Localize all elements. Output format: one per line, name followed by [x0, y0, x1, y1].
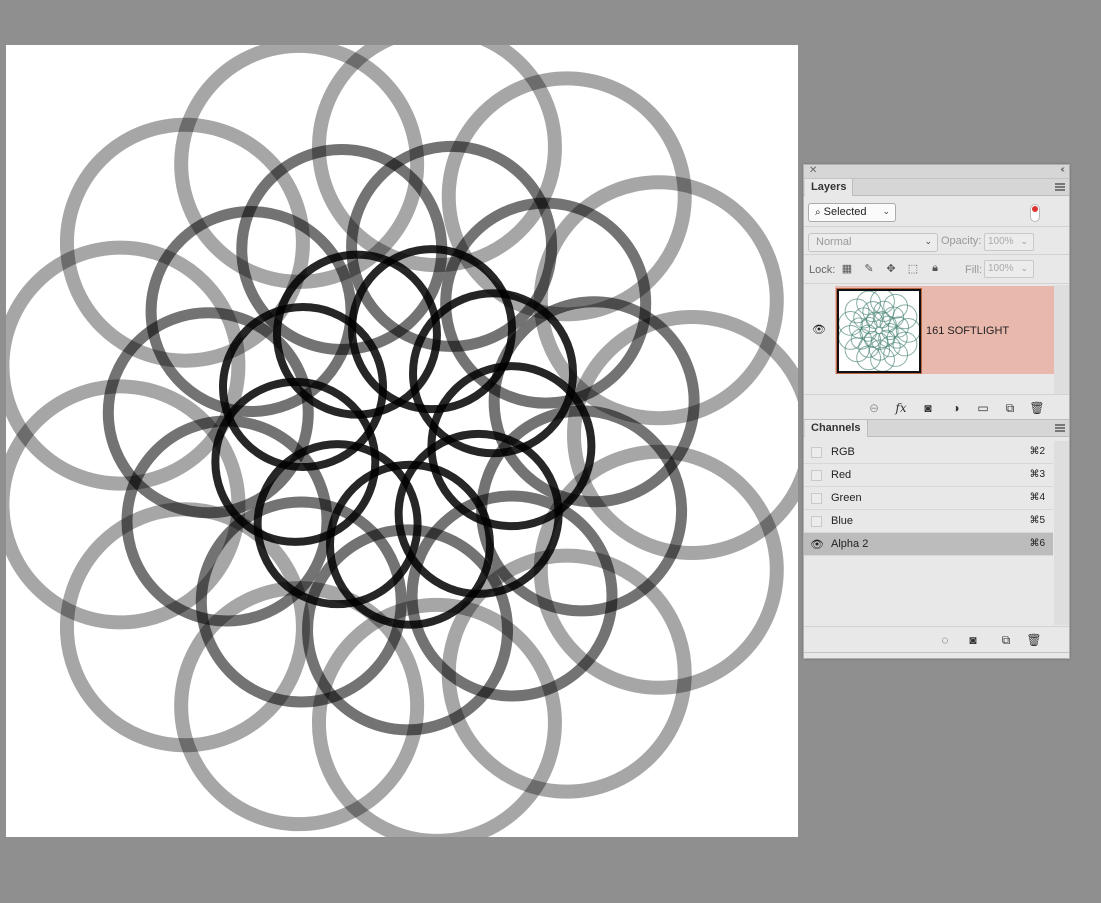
- artwork-ring: [348, 245, 517, 414]
- save-selection-icon[interactable]: ◙: [965, 633, 981, 647]
- chevron-down-icon: ⌄: [924, 236, 932, 246]
- new-channel-icon[interactable]: ⧉: [998, 633, 1014, 647]
- channel-row-red[interactable]: Red ⌘3: [804, 464, 1053, 487]
- search-icon: ⌕: [815, 207, 821, 218]
- selection-from-channel-icon[interactable]: ◌: [937, 633, 953, 647]
- layers-tab-row: Layers: [804, 179, 1069, 196]
- channel-name: Red: [831, 469, 852, 481]
- channel-row-rgb[interactable]: RGB ⌘2: [804, 441, 1053, 464]
- opacity-field[interactable]: 100% ⌄: [984, 233, 1034, 251]
- layer-filter-row: ⌕ Selected ⌄: [804, 196, 1069, 227]
- visibility-box[interactable]: [811, 516, 822, 527]
- layer-row[interactable]: 👁︎ 161 SOFTLIGHT: [804, 285, 1054, 374]
- channel-row-blue[interactable]: Blue ⌘5: [804, 510, 1053, 533]
- panel-menu-icon[interactable]: [1055, 183, 1065, 191]
- circle-pattern-artwork: [6, 45, 798, 837]
- layer-filter-select[interactable]: ⌕ Selected ⌄: [808, 203, 896, 222]
- layers-scrollbar[interactable]: [1054, 285, 1069, 395]
- chevron-down-icon: ⌄: [882, 206, 890, 216]
- chevron-down-icon: ⌄: [1020, 236, 1028, 246]
- collapse-icon[interactable]: ‹‹: [1060, 164, 1064, 175]
- fx-icon[interactable]: fx: [893, 401, 909, 415]
- layers-bottom-bar: ⊖ fx ◙ ◑ ▭ ⧉ 🗑︎: [804, 394, 1069, 420]
- channel-name: Blue: [831, 515, 854, 527]
- channel-shortcut: ⌘5: [1029, 515, 1045, 526]
- trash-icon[interactable]: 🗑︎: [1026, 633, 1042, 647]
- fill-label: Fill:: [965, 264, 983, 276]
- new-layer-icon[interactable]: ⧉: [1002, 401, 1018, 415]
- close-icon[interactable]: ✕: [809, 165, 817, 176]
- channel-shortcut: ⌘2: [1029, 446, 1045, 457]
- eye-icon[interactable]: 👁︎: [810, 538, 824, 551]
- visibility-box[interactable]: [811, 447, 822, 458]
- eye-icon[interactable]: 👁︎: [812, 323, 826, 336]
- channel-name: RGB: [831, 446, 855, 458]
- filter-toggle-switch[interactable]: [1030, 204, 1040, 222]
- lock-label: Lock:: [809, 264, 836, 276]
- channel-name: Alpha 2: [831, 538, 869, 550]
- layer-name[interactable]: 161 SOFTLIGHT: [926, 325, 1009, 337]
- layer-thumbnail[interactable]: [837, 288, 921, 373]
- blend-mode-row: Normal ⌄ Opacity: 100% ⌄: [804, 227, 1069, 255]
- tab-channels[interactable]: Channels: [805, 420, 868, 437]
- opacity-value: 100%: [988, 236, 1014, 247]
- channel-row-green[interactable]: Green ⌘4: [804, 487, 1053, 510]
- artwork-ring: [441, 71, 692, 322]
- blend-mode-select[interactable]: Normal ⌄: [808, 233, 938, 252]
- channel-shortcut: ⌘4: [1029, 492, 1045, 503]
- trash-icon[interactable]: 🗑︎: [1029, 401, 1045, 415]
- lock-row: Lock: ▦ ✎ ✥ ⬚ 🔒︎ Fill: 100% ⌄: [804, 255, 1069, 284]
- lock-image-pixels-icon[interactable]: ✎: [862, 262, 876, 275]
- panel-resize-grip[interactable]: [804, 652, 1069, 658]
- channel-shortcut: ⌘6: [1029, 538, 1045, 549]
- mask-icon[interactable]: ◙: [920, 401, 936, 415]
- folder-icon[interactable]: ▭: [975, 401, 991, 415]
- channel-shortcut: ⌘3: [1029, 469, 1045, 480]
- channel-name: Green: [831, 492, 862, 504]
- blend-mode-value: Normal: [816, 236, 852, 248]
- opacity-label: Opacity:: [941, 235, 982, 247]
- lock-transparent-pixels-icon[interactable]: ▦: [840, 262, 854, 275]
- artwork-ring: [883, 293, 909, 319]
- visibility-box[interactable]: [811, 493, 822, 504]
- channels-tab-row: Channels: [804, 420, 1069, 437]
- channel-row-alpha-2[interactable]: 👁︎ Alpha 2 ⌘6: [804, 533, 1053, 556]
- chevron-down-icon: ⌄: [1020, 263, 1028, 273]
- adjustment-icon[interactable]: ◑: [948, 401, 964, 415]
- channels-scrollbar[interactable]: [1054, 441, 1069, 625]
- layers-channels-panel: ✕ ‹‹ Layers ⌕ Selected ⌄ Normal ⌄ Opacit…: [803, 164, 1070, 659]
- document-canvas[interactable]: [6, 45, 798, 837]
- lock-artboard-icon[interactable]: ⬚: [906, 262, 920, 275]
- visibility-box[interactable]: [811, 470, 822, 481]
- channels-bottom-bar: ◌ ◙ ⧉ 🗑︎: [804, 626, 1069, 652]
- panel-title-bar[interactable]: ✕ ‹‹: [804, 164, 1069, 179]
- link-icon[interactable]: ⊖: [866, 401, 882, 415]
- lock-all-icon[interactable]: 🔒︎: [928, 262, 942, 275]
- fill-field[interactable]: 100% ⌄: [984, 260, 1034, 278]
- thumbnail-artwork: [838, 288, 921, 372]
- fill-value: 100%: [988, 263, 1014, 274]
- tab-layers[interactable]: Layers: [805, 179, 854, 196]
- lock-position-icon[interactable]: ✥: [884, 262, 898, 275]
- layer-filter-value: Selected: [823, 206, 867, 218]
- panel-menu-icon[interactable]: [1055, 424, 1065, 432]
